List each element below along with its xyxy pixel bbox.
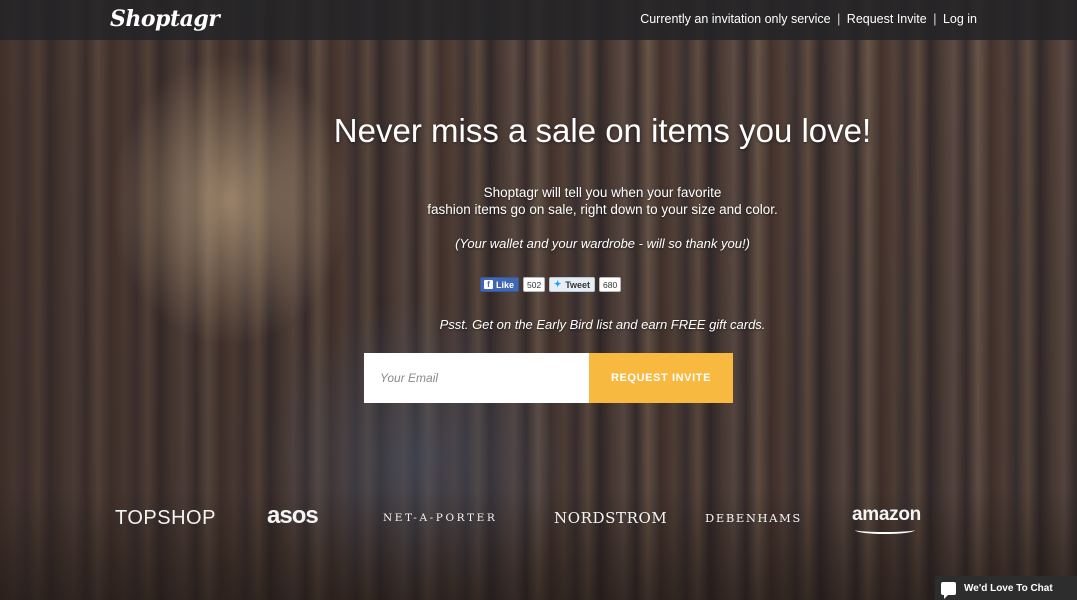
brand-logo-amazon: amazon [852,504,921,525]
facebook-like-button[interactable]: f Like [480,277,520,292]
tweet-button[interactable]: ✦ Tweet [549,277,596,292]
amazon-smile-icon [855,526,915,534]
like-count: 502 [523,277,546,292]
request-invite-button[interactable]: REQUEST INVITE [589,353,733,403]
hero-tagline: (Your wallet and your wardrobe - will so… [455,236,750,251]
nav-separator: | [837,12,841,26]
invite-only-notice: Currently an invitation only service [640,12,831,26]
hero-description: Shoptagr will tell you when your favorit… [64,184,1077,218]
facebook-icon: f [484,280,493,289]
invite-form: REQUEST INVITE [364,353,733,403]
top-nav: Currently an invitation only service | R… [640,12,977,26]
request-invite-link[interactable]: Request Invite [847,12,927,26]
chat-label: We'd Love To Chat [964,582,1053,594]
page-headline: Never miss a sale on items you love! [333,112,872,149]
top-bar: Shoptagr Currently an invitation only se… [0,0,1077,40]
email-input[interactable] [364,353,589,403]
social-buttons: f Like 502 ✦ Tweet 680 [480,277,622,292]
nav-separator: | [933,12,937,26]
brand-logo-topshop: TOPSHOP [115,507,216,529]
hero-description-line: Shoptagr will tell you when your favorit… [483,185,722,200]
twitter-bird-icon: ✦ [553,279,562,289]
hero-description-line: fashion items go on sale, right down to … [427,202,778,217]
like-label: Like [496,279,515,290]
chat-bubble-icon [941,581,956,599]
brand-logo-nordstrom: NORDSTROM [554,509,668,527]
brand-logo-asos: asos [267,502,319,529]
early-bird-promo: Psst. Get on the Early Bird list and ear… [439,317,766,332]
logo[interactable]: Shoptagr [110,6,220,32]
brand-logo-net-a-porter: NET-A-PORTER [383,512,498,524]
tweet-label: Tweet [565,279,591,290]
chat-widget-button[interactable]: We'd Love To Chat [935,576,1077,600]
tweet-count: 680 [599,277,622,292]
brand-logo-debenhams: DEBENHAMS [705,511,802,525]
login-link[interactable]: Log in [943,12,977,26]
